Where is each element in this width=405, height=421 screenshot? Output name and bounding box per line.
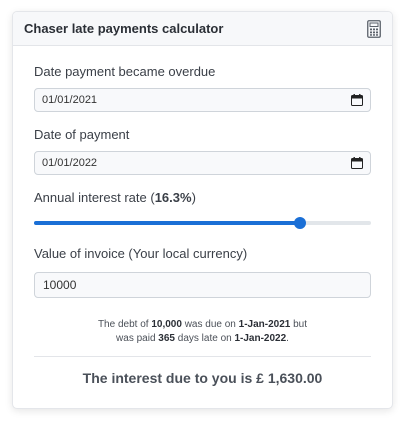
payment-date-value: 01/01/2022 (42, 157, 98, 169)
interest-result: The interest due to you is £ 1,630.00 (82, 370, 323, 386)
summary-text-part: was paid (116, 333, 159, 344)
calendar-icon[interactable] (351, 157, 363, 169)
summary-text-part: was due on (181, 319, 239, 330)
calendar-icon[interactable] (351, 94, 363, 106)
interest-rate-slider[interactable] (34, 216, 371, 230)
overdue-date-value: 01/01/2021 (42, 94, 98, 106)
interest-label-suffix: ) (191, 190, 196, 205)
summary-due-date: 1-Jan-2021 (238, 319, 291, 330)
slider-thumb[interactable] (294, 217, 307, 229)
card-title: Chaser late payments calculator (24, 21, 224, 36)
invoice-value-label: Value of invoice (Your local currency) (34, 246, 248, 261)
interest-rate-label: Annual interest rate (16.3%) (34, 190, 371, 205)
summary-text: The debt of 10,000 was due on 1-Jan-2021… (34, 318, 371, 346)
summary-amount: 10,000 (151, 319, 182, 330)
overdue-date-label: Date payment became overdue (34, 64, 216, 79)
summary-text-part: The debt of (97, 319, 152, 330)
payment-date-label: Date of payment (34, 127, 130, 142)
overdue-date-input[interactable]: 01/01/2021 (34, 88, 371, 112)
calculator-card: Chaser late payments calculator Date pay… (12, 11, 393, 409)
invoice-value: 10000 (43, 278, 77, 292)
payment-date-input[interactable]: 01/01/2022 (34, 151, 371, 175)
invoice-value-input[interactable]: 10000 (34, 272, 371, 298)
slider-fill (34, 221, 301, 225)
card-header: Chaser late payments calculator (13, 12, 392, 46)
summary-text-part: but (290, 319, 308, 330)
interest-rate-value: 16.3% (154, 190, 192, 205)
interest-label-prefix: Annual interest rate ( (34, 190, 155, 205)
summary-text-part: days late on (174, 333, 235, 344)
calculator-icon[interactable] (367, 19, 381, 38)
summary-line-1: The debt of 10,000 was due on 1-Jan-2021… (34, 318, 371, 332)
summary-line-2: was paid 365 days late on 1-Jan-2022. (34, 332, 371, 346)
summary-days-late: 365 (158, 333, 175, 344)
summary-text-part: . (286, 333, 289, 344)
divider (34, 356, 371, 357)
card-body: Date payment became overdue 01/01/2021 D… (13, 64, 392, 386)
summary-paid-date: 1-Jan-2022 (234, 333, 287, 344)
